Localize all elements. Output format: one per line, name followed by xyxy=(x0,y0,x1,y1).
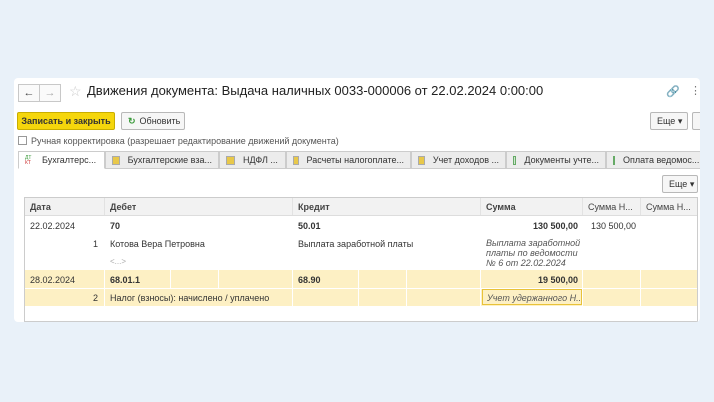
header-sum[interactable]: Сумма xyxy=(486,202,516,212)
back-button[interactable]: ← xyxy=(18,84,40,102)
table-icon xyxy=(613,155,615,165)
row-number: 1 xyxy=(93,239,99,249)
tab-label: Бухгалтерские вза... xyxy=(127,155,212,165)
table-header: Дата Дебет Кредит Сумма Сумма Н... Сумма… xyxy=(25,198,697,216)
row-date: 22.02.2024 xyxy=(30,221,76,231)
more-button[interactable]: Еще ▾ xyxy=(650,112,688,130)
row-sum: 19 500,00 xyxy=(537,275,578,285)
document-movements-window: ← → ☆ Движения документа: Выдача наличны… xyxy=(14,78,700,322)
row-credit: 68.90 xyxy=(298,275,321,285)
tab-label: Расчеты налогоплате... xyxy=(306,155,404,165)
row-debit: 68.01.1 xyxy=(110,275,141,285)
row-debit-subconto: Котова Вера Петровна xyxy=(110,239,205,249)
row-credit-subconto: Выплата заработной платы xyxy=(298,239,414,249)
more-label: Еще xyxy=(657,116,676,126)
tab-label: Оплата ведомос... xyxy=(623,155,700,165)
row-date: 28.02.2024 xyxy=(30,275,76,285)
refresh-label: Обновить xyxy=(139,116,181,126)
table-more-button[interactable]: Еще ▾ xyxy=(662,175,698,193)
register-icon xyxy=(418,155,425,165)
window-title: Движения документа: Выдача наличных 0033… xyxy=(87,83,544,98)
tab-ndfl[interactable]: НДФЛ ... xyxy=(219,151,286,169)
row-sum: 130 500,00 xyxy=(532,221,578,231)
table-row-selected[interactable]: 28.02.2024 68.01.1 2 Налог (взносы): нач… xyxy=(25,270,697,306)
tab-documents[interactable]: Документы учте... xyxy=(506,151,606,169)
tab-label: Учет доходов ... xyxy=(432,155,499,165)
more-menu-icon[interactable]: ⋮ xyxy=(690,84,700,97)
row-debit-subconto2: <...> xyxy=(110,257,127,266)
refresh-button[interactable]: ↻ Обновить xyxy=(121,112,185,130)
favorite-star-icon[interactable]: ☆ xyxy=(69,83,82,100)
row-content-active-cell[interactable]: Учет удержанного Н... xyxy=(482,289,582,305)
tab-accounting-settlements[interactable]: Бухгалтерские вза... xyxy=(105,151,219,169)
table-row[interactable]: 22.02.2024 70 1 Котова Вера Петровна <..… xyxy=(25,216,697,270)
tab-label: НДФЛ ... xyxy=(243,155,278,165)
header-sum-n1[interactable]: Сумма Н... xyxy=(588,202,633,212)
header-date[interactable]: Дата xyxy=(30,202,51,212)
row-sum-n1: 130 500,00 xyxy=(590,221,636,231)
manual-correction-checkbox[interactable] xyxy=(18,136,27,145)
forward-button[interactable]: → xyxy=(39,84,61,102)
header-sum-n2[interactable]: Сумма Н... xyxy=(646,202,691,212)
dt-kt-icon: ДТ КТ xyxy=(25,154,32,166)
row-debit: 70 xyxy=(110,221,121,231)
movements-table: Дата Дебет Кредит Сумма Сумма Н... Сумма… xyxy=(24,197,698,322)
row-content: Выплата заработной платы по ведомости № 6 … xyxy=(486,238,581,268)
tab-taxpayer-settlements[interactable]: Расчеты налогоплате... xyxy=(286,151,411,169)
row-debit-subconto: Налог (взносы): начислено / уплачено xyxy=(110,293,270,303)
row-number: 2 xyxy=(93,293,99,303)
header-debit[interactable]: Дебет xyxy=(110,202,136,212)
refresh-icon: ↻ xyxy=(128,115,136,126)
register-tabs: ДТ КТ Бухгалтерс... Бухгалтерские вза... Н… xyxy=(18,151,700,169)
save-and-close-button[interactable]: Записать и закрыть xyxy=(17,112,115,130)
register-icon xyxy=(112,155,120,165)
header-credit[interactable]: Кредит xyxy=(298,202,330,212)
tab-label: Бухгалтерс... xyxy=(42,155,97,165)
more-label: Еще xyxy=(669,179,688,189)
table-icon xyxy=(513,155,517,165)
row-credit: 50.01 xyxy=(298,221,321,231)
extra-button[interactable] xyxy=(692,112,700,130)
manual-correction-label: Ручная корректировка (разрешает редактир… xyxy=(31,136,339,146)
register-icon xyxy=(293,155,299,165)
tab-label: Документы учте... xyxy=(524,155,599,165)
tab-payroll-payment[interactable]: Оплата ведомос... xyxy=(606,151,700,169)
tab-accounting[interactable]: ДТ КТ Бухгалтерс... xyxy=(18,151,105,169)
link-icon[interactable]: 🔗 xyxy=(666,85,680,98)
tab-income-accounting[interactable]: Учет доходов ... xyxy=(411,151,506,169)
register-icon xyxy=(226,155,235,165)
